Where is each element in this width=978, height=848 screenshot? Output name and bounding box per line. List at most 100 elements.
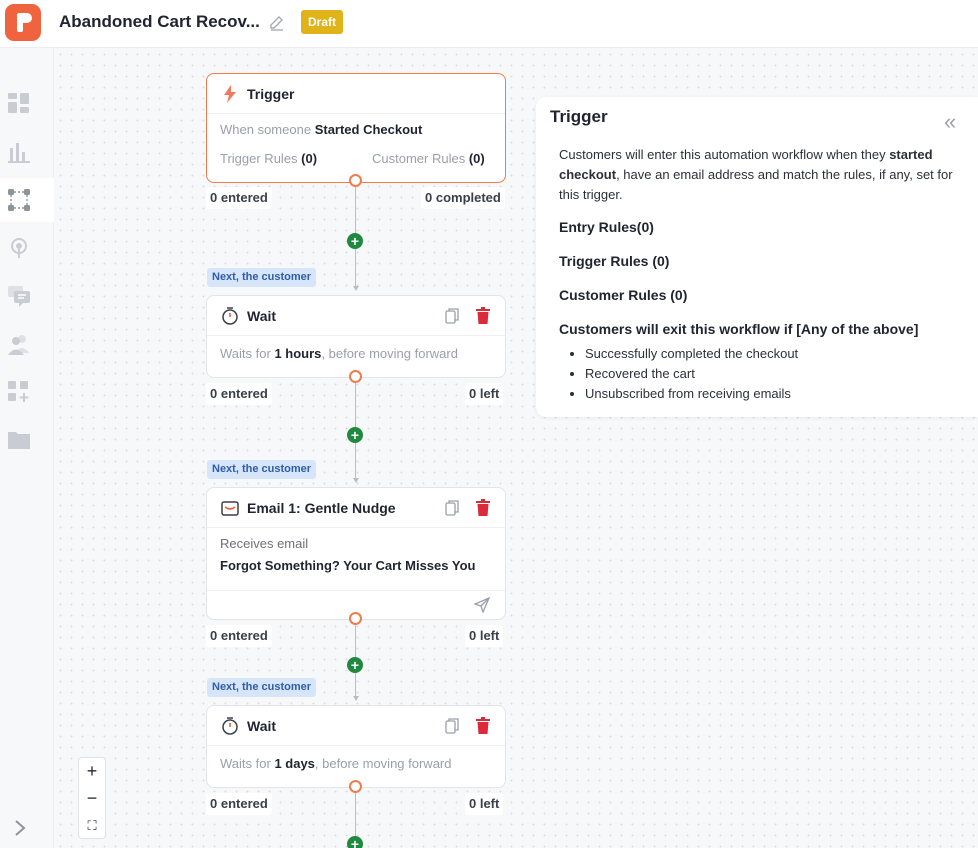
left-count: 0 left	[465, 383, 504, 405]
customer-rules-summary[interactable]: Customer Rules (0)	[372, 151, 485, 166]
trigger-rules: Trigger Rules (0)	[559, 253, 670, 269]
chevron-right-icon[interactable]	[10, 818, 30, 838]
email-node-header: Email 1: Gentle Nudge	[207, 488, 505, 528]
next-step-tag: Next, the customer	[207, 268, 317, 287]
trash-icon[interactable]	[476, 717, 490, 734]
wait-prefix: Waits for	[220, 756, 271, 771]
wait-amount: 1 hours	[274, 346, 322, 361]
customer-rules-count: (0)	[468, 151, 485, 166]
wait-description: Waits for 1 days, before moving forward	[220, 756, 452, 771]
wait-description: Waits for 1 hours, before moving forward	[220, 346, 458, 361]
sidebar-item-workflows[interactable]	[0, 178, 54, 222]
wait-node[interactable]: Wait Waits for 1 days, before moving for…	[206, 705, 506, 788]
edit-icon[interactable]	[268, 14, 286, 32]
entered-count: 0 entered	[206, 383, 272, 405]
trash-icon[interactable]	[476, 499, 490, 516]
wait-suffix: , before moving forward	[314, 756, 452, 771]
entered-count: 0 entered	[206, 625, 272, 647]
trigger-rules-label: Trigger Rules	[220, 151, 298, 166]
desc-text-end: , have an email address and match the ru…	[559, 167, 953, 202]
node-title: Email 1: Gentle Nudge	[247, 500, 396, 516]
add-step-button[interactable]: +	[347, 427, 363, 443]
copy-icon[interactable]	[445, 718, 459, 734]
customer-rules: Customer Rules (0)	[559, 287, 688, 303]
sidebar-item-messages[interactable]	[0, 274, 54, 318]
entered-count: 0 entered	[206, 793, 272, 815]
wait-suffix: , before moving forward	[321, 346, 458, 361]
trigger-node-header: Trigger	[207, 74, 505, 114]
wait-node-header: Wait	[207, 296, 505, 336]
zoom-controls: + − ⛶	[78, 757, 106, 839]
panel-title: Trigger	[550, 107, 608, 126]
next-step-tag: Next, the customer	[207, 678, 317, 697]
wait-node[interactable]: Wait Waits for 1 hours, before moving fo…	[206, 295, 506, 378]
workflow-title[interactable]: Abandoned Cart Recov...	[59, 12, 260, 32]
exit-condition: Unsubscribed from receiving emails	[585, 384, 798, 404]
copy-icon[interactable]	[445, 308, 459, 324]
sidebar-item-broadcast[interactable]	[0, 226, 54, 270]
add-step-button[interactable]: +	[347, 657, 363, 673]
workflow-icon	[8, 189, 30, 211]
receives-label: Receives email	[220, 536, 309, 551]
app-header: Abandoned Cart Recov... Draft	[0, 0, 978, 48]
bar-chart-icon	[8, 143, 30, 163]
trigger-event-line: When someone Started Checkout	[220, 122, 422, 137]
output-port[interactable]	[349, 780, 362, 793]
trigger-rules-summary[interactable]: Trigger Rules (0)	[220, 151, 317, 166]
sidebar-item-dashboard[interactable]	[0, 82, 54, 126]
exit-condition: Recovered the cart	[585, 364, 798, 384]
send-test-icon[interactable]	[474, 597, 490, 613]
wait-prefix: Waits for	[220, 346, 271, 361]
connector-arrow	[353, 478, 359, 483]
exit-conditions-list: Successfully completed the checkout Reco…	[585, 344, 798, 404]
add-apps-icon	[8, 381, 29, 402]
dashboard-icon	[8, 93, 29, 113]
trigger-details-panel: Trigger « Customers will enter this auto…	[536, 97, 978, 417]
trigger-event-name: Started Checkout	[314, 122, 423, 137]
connector-arrow	[353, 696, 359, 701]
add-step-button[interactable]: +	[347, 233, 363, 249]
exit-condition: Successfully completed the checkout	[585, 344, 798, 364]
wait-amount: 1 days	[274, 756, 315, 771]
left-count: 0 left	[465, 793, 504, 815]
desc-text: Customers will enter this automation wor…	[559, 147, 890, 162]
trigger-rules-count: (0)	[301, 151, 318, 166]
trigger-node[interactable]: Trigger When someone Started Checkout Tr…	[206, 73, 506, 183]
folder-icon	[8, 432, 30, 449]
trash-icon[interactable]	[476, 307, 490, 324]
stopwatch-icon	[222, 307, 238, 325]
zoom-in-button[interactable]: +	[79, 758, 105, 785]
email-icon	[221, 501, 239, 516]
node-title: Trigger	[247, 86, 295, 102]
entry-rules: Entry Rules(0)	[559, 219, 654, 235]
sidebar-item-integrations[interactable]	[0, 370, 54, 414]
email-subject: Forgot Something? Your Cart Misses You	[220, 558, 476, 573]
lightning-icon	[224, 85, 236, 103]
sidebar-item-customers[interactable]	[0, 322, 54, 366]
panel-description: Customers will enter this automation wor…	[559, 145, 969, 205]
zoom-out-button[interactable]: −	[79, 785, 105, 812]
email-node[interactable]: Email 1: Gentle Nudge Receives email For…	[206, 487, 506, 620]
sidebar-item-files[interactable]	[0, 418, 54, 462]
exit-heading: Customers will exit this workflow if [An…	[559, 321, 919, 337]
output-port[interactable]	[349, 174, 362, 187]
wait-node-header: Wait	[207, 706, 505, 746]
copy-icon[interactable]	[445, 500, 459, 516]
next-step-tag: Next, the customer	[207, 460, 317, 479]
broadcast-icon	[11, 238, 27, 258]
output-port[interactable]	[349, 612, 362, 625]
left-count: 0 left	[465, 625, 504, 647]
app-logo[interactable]	[5, 4, 41, 41]
stopwatch-icon	[222, 717, 238, 735]
divider	[207, 590, 505, 591]
sidebar	[0, 48, 54, 848]
add-step-button[interactable]: +	[347, 836, 363, 848]
collapse-panel-icon[interactable]: «	[944, 109, 956, 135]
completed-count: 0 completed	[421, 187, 505, 209]
connector-arrow	[353, 286, 359, 291]
output-port[interactable]	[349, 370, 362, 383]
fit-view-button[interactable]: ⛶	[79, 812, 105, 839]
users-icon	[8, 335, 29, 355]
sidebar-item-analytics[interactable]	[0, 130, 54, 174]
trigger-event-prefix: When someone	[220, 122, 312, 137]
